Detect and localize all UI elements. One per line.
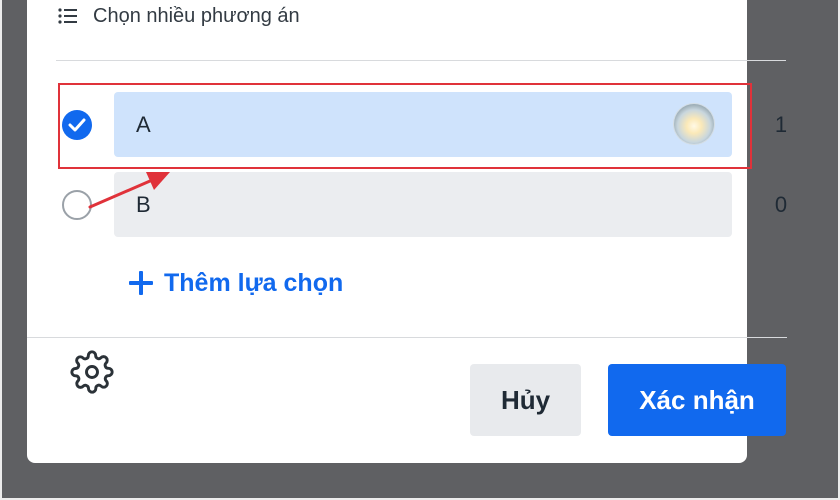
option-a-vote-count: 1 [774,112,788,137]
option-a-label: A [136,111,151,137]
option-b-label: B [136,191,151,217]
poll-type-header: Chọn nhiều phương án [57,2,300,30]
checkmark-icon [68,118,86,132]
add-option-button[interactable]: Thêm lựa chọn [126,266,343,300]
backdrop-edge-left [0,0,2,500]
cancel-button[interactable]: Hủy [470,364,581,436]
option-a[interactable]: A [114,92,732,157]
option-b[interactable]: B [114,172,732,237]
option-b-vote-count: 0 [774,192,788,217]
header-divider [56,60,786,61]
poll-dialog: Chọn nhiều phương án A 1 B 0 Thêm lựa ch… [27,0,787,463]
option-b-checkbox[interactable] [62,190,92,220]
gear-icon[interactable] [70,350,114,394]
footer-divider [27,337,787,338]
add-option-label: Thêm lựa chọn [164,268,344,297]
list-icon [58,8,77,24]
option-a-checkbox[interactable] [62,110,92,140]
plus-icon [129,271,153,295]
voter-avatar[interactable] [674,104,714,144]
confirm-button[interactable]: Xác nhận [608,364,786,436]
poll-type-title: Chọn nhiều phương án [93,4,300,27]
